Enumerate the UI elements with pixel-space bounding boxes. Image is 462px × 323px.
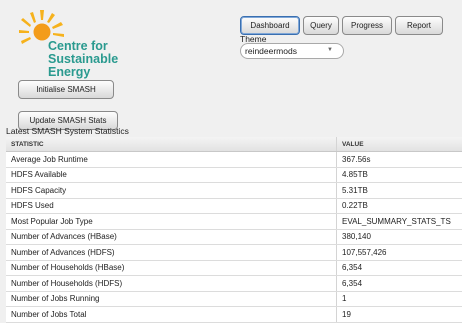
theme-select[interactable]: reindeermods ▼ [240,43,344,59]
table-row[interactable]: Number of Households (HBase)6,354 [6,260,462,276]
table-row[interactable]: Most Popular Job TypeEVAL_SUMMARY_STATS_… [6,214,462,230]
statistic-cell: Number of Households (HBase) [6,260,337,276]
statistic-cell: Number of Advances (HBase) [6,229,337,245]
statistic-cell: Average Job Runtime [6,152,337,168]
table-row[interactable]: HDFS Used0.22TB [6,198,462,214]
table-row[interactable]: Average Job Runtime367.56s [6,152,462,168]
logo-text: Centre for Sustainable Energy [48,40,118,79]
tab-progress[interactable]: Progress [342,16,392,35]
table-header-row: STATISTIC VALUE [6,137,462,152]
value-cell: 367.56s [337,152,462,168]
statistic-cell: Number of Advances (HDFS) [6,245,337,261]
tab-report[interactable]: Report [395,16,443,35]
value-cell: 5.31TB [337,183,462,199]
value-cell: 1 [337,291,462,307]
table-row[interactable]: Number of Jobs Running1 [6,291,462,307]
statistic-cell: HDFS Used [6,198,337,214]
statistic-cell: Number of Households (HDFS) [6,276,337,292]
column-header-statistic[interactable]: STATISTIC [6,137,337,152]
value-cell: EVAL_SUMMARY_STATS_TS [337,214,462,230]
stats-table: STATISTIC VALUE Average Job Runtime367.5… [6,137,462,323]
table-row[interactable]: HDFS Capacity5.31TB [6,183,462,199]
table-row[interactable]: Number of Households (HDFS)6,354 [6,276,462,292]
statistic-cell: HDFS Available [6,167,337,183]
table-row[interactable]: Number of Jobs Total19 [6,307,462,323]
statistic-cell: Number of Jobs Running [6,291,337,307]
value-cell: 6,354 [337,260,462,276]
statistic-cell: HDFS Capacity [6,183,337,199]
value-cell: 380,140 [337,229,462,245]
column-header-value[interactable]: VALUE [337,137,462,152]
statistic-cell: Most Popular Job Type [6,214,337,230]
chevron-down-icon: ▼ [327,47,333,53]
initialise-smash-button[interactable]: Initialise SMASH [18,80,114,99]
logo-line-3: Energy [48,66,118,79]
tab-query[interactable]: Query [303,16,339,35]
table-row[interactable]: Number of Advances (HDFS)107,557,426 [6,245,462,261]
value-cell: 4.85TB [337,167,462,183]
table-row[interactable]: Number of Advances (HBase)380,140 [6,229,462,245]
value-cell: 107,557,426 [337,245,462,261]
value-cell: 0.22TB [337,198,462,214]
theme-select-value: reindeermods [245,46,297,56]
table-row[interactable]: HDFS Available4.85TB [6,167,462,183]
stats-title: Latest SMASH System Statistics [6,126,129,136]
value-cell: 19 [337,307,462,323]
stats-table-body: Average Job Runtime367.56sHDFS Available… [6,152,462,323]
tab-dashboard[interactable]: Dashboard [240,16,300,35]
statistic-cell: Number of Jobs Total [6,307,337,323]
value-cell: 6,354 [337,276,462,292]
